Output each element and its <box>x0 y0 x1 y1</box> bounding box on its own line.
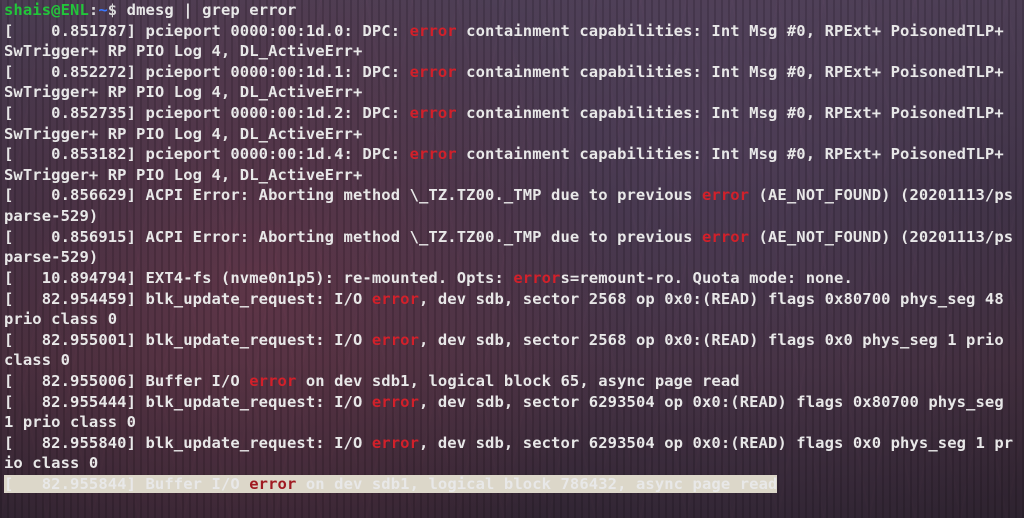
log-text: [ 0.852272] pcieport 0000:00:1d.1: DPC: <box>4 63 410 81</box>
log-line: [ 82.955840] blk_update_request: I/O err… <box>4 434 1013 473</box>
grep-match: error <box>513 269 560 287</box>
log-text: s=remount-ro. Quota mode: none. <box>561 269 853 287</box>
log-text: on dev sdb1, logical block 786432, async… <box>296 475 777 493</box>
grep-match: error <box>372 290 419 308</box>
log-line: [ 0.856629] ACPI Error: Aborting method … <box>4 186 1013 225</box>
prompt-path: ~ <box>98 1 107 19</box>
log-line: [ 82.954459] blk_update_request: I/O err… <box>4 290 1013 329</box>
grep-match: error <box>702 186 749 204</box>
grep-match: error <box>702 228 749 246</box>
log-text: [ 0.853182] pcieport 0000:00:1d.4: DPC: <box>4 145 410 163</box>
log-text: [ 82.955444] blk_update_request: I/O <box>4 393 372 411</box>
grep-match: error <box>372 434 419 452</box>
log-line: [ 0.856915] ACPI Error: Aborting method … <box>4 228 1013 267</box>
log-text: [ 82.955844] Buffer I/O <box>4 475 249 493</box>
log-text: [ 0.856629] ACPI Error: Aborting method … <box>4 186 702 204</box>
prompt-at: @ <box>51 1 60 19</box>
prompt-user: shais <box>4 1 51 19</box>
log-text: [ 0.852735] pcieport 0000:00:1d.2: DPC: <box>4 104 410 122</box>
grep-match: error <box>372 331 419 349</box>
log-text: on dev sdb1, logical block 65, async pag… <box>296 372 739 390</box>
terminal-output[interactable]: shais@ENL:~$ dmesg | grep error [ 0.8517… <box>0 0 1024 518</box>
prompt-dollar: $ <box>108 1 127 19</box>
log-line: [ 0.851787] pcieport 0000:00:1d.0: DPC: … <box>4 22 1013 61</box>
grep-match: error <box>249 475 296 493</box>
command-text: dmesg | grep error <box>127 1 297 19</box>
log-line: [ 82.955844] Buffer I/O error on dev sdb… <box>4 475 777 493</box>
log-line: [ 82.955001] blk_update_request: I/O err… <box>4 331 1013 370</box>
log-text: [ 82.955001] blk_update_request: I/O <box>4 331 372 349</box>
prompt-host: ENL <box>61 1 89 19</box>
grep-match: error <box>410 63 457 81</box>
grep-match: error <box>249 372 296 390</box>
log-text: [ 0.856915] ACPI Error: Aborting method … <box>4 228 702 246</box>
log-line: [ 82.955444] blk_update_request: I/O err… <box>4 393 1013 432</box>
dmesg-output: [ 0.851787] pcieport 0000:00:1d.0: DPC: … <box>4 22 1013 493</box>
grep-match: error <box>410 22 457 40</box>
log-text: [ 0.851787] pcieport 0000:00:1d.0: DPC: <box>4 22 410 40</box>
prompt-colon: : <box>89 1 98 19</box>
grep-match: error <box>410 104 457 122</box>
log-text: [ 82.955840] blk_update_request: I/O <box>4 434 372 452</box>
grep-match: error <box>410 145 457 163</box>
shell-prompt: shais@ENL:~$ <box>4 1 127 19</box>
log-text: [ 82.954459] blk_update_request: I/O <box>4 290 372 308</box>
log-text: [ 10.894794] EXT4-fs (nvme0n1p5): re-mou… <box>4 269 513 287</box>
log-line: [ 0.853182] pcieport 0000:00:1d.4: DPC: … <box>4 145 1013 184</box>
grep-match: error <box>372 393 419 411</box>
log-line: [ 0.852272] pcieport 0000:00:1d.1: DPC: … <box>4 63 1013 102</box>
log-text: [ 82.955006] Buffer I/O <box>4 372 249 390</box>
log-line: [ 0.852735] pcieport 0000:00:1d.2: DPC: … <box>4 104 1013 143</box>
log-line: [ 82.955006] Buffer I/O error on dev sdb… <box>4 372 740 390</box>
log-line: [ 10.894794] EXT4-fs (nvme0n1p5): re-mou… <box>4 269 853 287</box>
